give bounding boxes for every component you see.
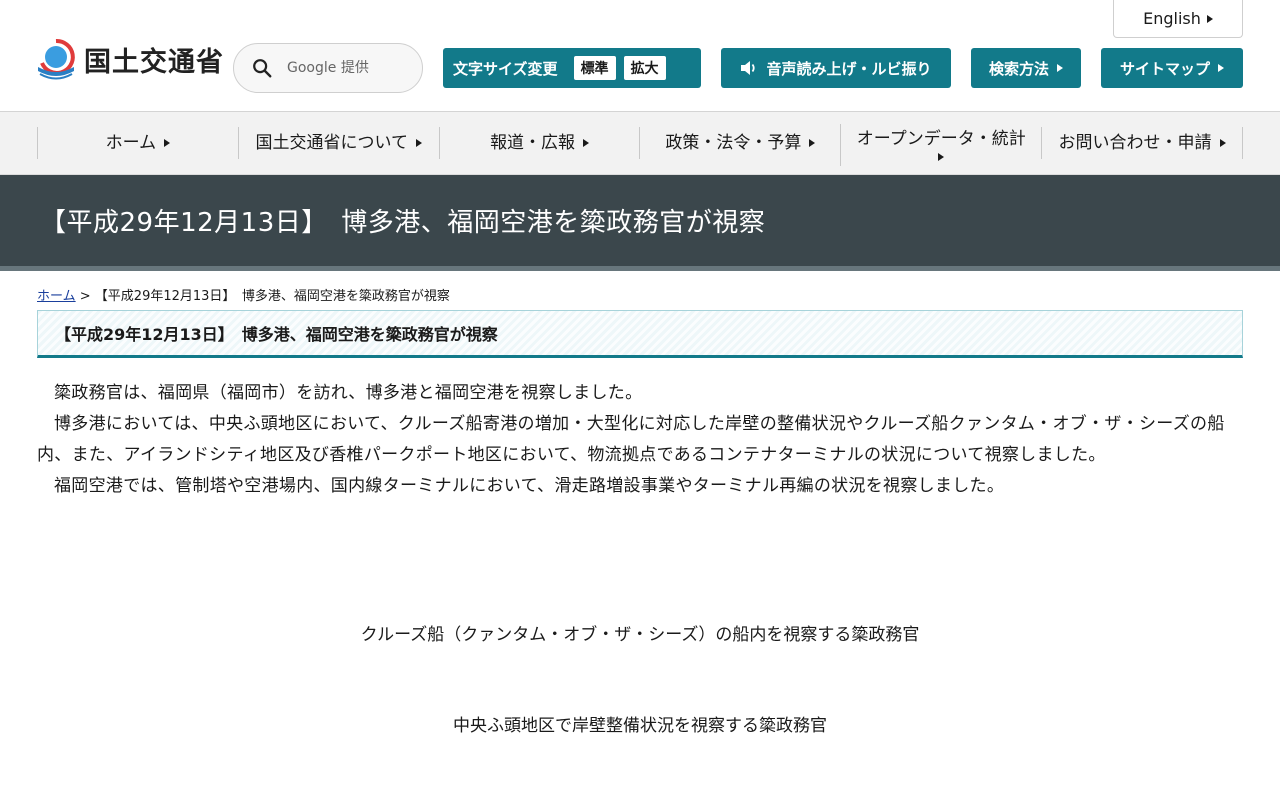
article-body: 簗政務官は、福岡県（福岡市）を訪れ、博多港と福岡空港を視察しました。 博多港にお… [37,378,1243,502]
triangle-right-icon [1057,64,1063,72]
nav-item-policy[interactable]: 政策・法令・予算 [639,127,840,159]
font-size-large-button[interactable]: 拡大 [623,56,666,80]
font-size-label: 文字サイズ変更 [453,59,558,78]
font-size-standard-button[interactable]: 標準 [573,56,616,80]
nav-item-label: 国土交通省について [255,132,408,153]
nav-item-label: お問い合わせ・申請 [1058,132,1212,153]
site-search [233,43,423,93]
font-size-switcher: 文字サイズ変更 標準 拡大 [443,48,701,88]
voice-reading-label: 音声読み上げ・ルビ振り [766,59,932,78]
nav-item-about[interactable]: 国土交通省について [237,127,439,159]
triangle-right-icon [1206,14,1213,23]
sitemap-button[interactable]: サイトマップ [1101,48,1243,88]
search-input[interactable] [287,60,407,76]
nav-item-label: 政策・法令・予算 [665,132,802,153]
breadcrumb-current: 【平成29年12月13日】 博多港、福岡空港を簗政務官が視察 [94,289,450,304]
sitemap-label: サイトマップ [1119,59,1210,78]
triangle-right-icon [1219,139,1226,147]
logo-text: 国土交通省 [84,46,224,78]
search-method-label: 検索方法 [988,59,1049,78]
nav-item-contact[interactable]: お問い合わせ・申請 [1041,127,1243,159]
search-method-button[interactable]: 検索方法 [971,48,1081,88]
breadcrumb: ホーム > 【平成29年12月13日】 博多港、福岡空港を簗政務官が視察 [0,271,1280,310]
triangle-right-icon [1218,64,1224,72]
triangle-right-icon [415,139,422,147]
nav-item-press[interactable]: 報道・広報 [438,127,640,159]
article-paragraph: 福岡空港では、管制塔や空港場内、国内線ターミナルにおいて、滑走路増設事業やターミ… [54,476,1005,496]
breadcrumb-separator: > [75,289,95,304]
english-link-label: English [1143,9,1201,28]
nav-item-label: 報道・広報 [490,132,576,153]
speaker-icon [741,61,756,75]
voice-reading-button[interactable]: 音声読み上げ・ルビ振り [721,48,951,88]
page-title: 【平成29年12月13日】 博多港、福岡空港を簗政務官が視察 [40,208,766,238]
english-link[interactable]: English [1113,0,1243,38]
triangle-right-icon [938,153,945,162]
photo-caption: クルーズ船（クァンタム・オブ・ザ・シーズ）の船内を視察する簗政務官 [360,625,920,645]
article-paragraph: 簗政務官は、福岡県（福岡市）を訪れ、博多港と福岡空港を視察しました。 [54,383,643,403]
article-heading: 【平成29年12月13日】 博多港、福岡空港を簗政務官が視察 [37,310,1243,358]
site-header: English 国土交通省 文字サイズ変更 標準 拡大 音声読み上げ・ルビ振り … [0,0,1280,112]
nav-item-label: オープンデータ・統計 [856,128,1026,149]
mlit-logo-icon [38,38,75,80]
nav-item-home[interactable]: ホーム [37,127,238,159]
search-icon[interactable] [251,57,273,79]
global-nav: ホーム 国土交通省について 報道・広報 政策・法令・予算 オープンデータ・統計 … [0,112,1280,175]
site-logo[interactable]: 国土交通省 [36,37,224,81]
page-title-band: 【平成29年12月13日】 博多港、福岡空港を簗政務官が視察 [0,175,1280,271]
photo-caption: 中央ふ頭地区で岸壁整備状況を視察する簗政務官 [453,716,827,736]
triangle-right-icon [164,139,171,147]
breadcrumb-home-link[interactable]: ホーム [37,289,76,304]
article-paragraph: 博多港においては、中央ふ頭地区において、クルーズ船寄港の増加・大型化に対応した岸… [37,414,1225,465]
triangle-right-icon [583,139,590,147]
nav-item-opendata[interactable]: オープンデータ・統計 [840,124,1041,166]
nav-item-label: ホーム [105,132,157,153]
triangle-right-icon [809,139,816,147]
main-content: 【平成29年12月13日】 博多港、福岡空港を簗政務官が視察 簗政務官は、福岡県… [0,310,1280,502]
